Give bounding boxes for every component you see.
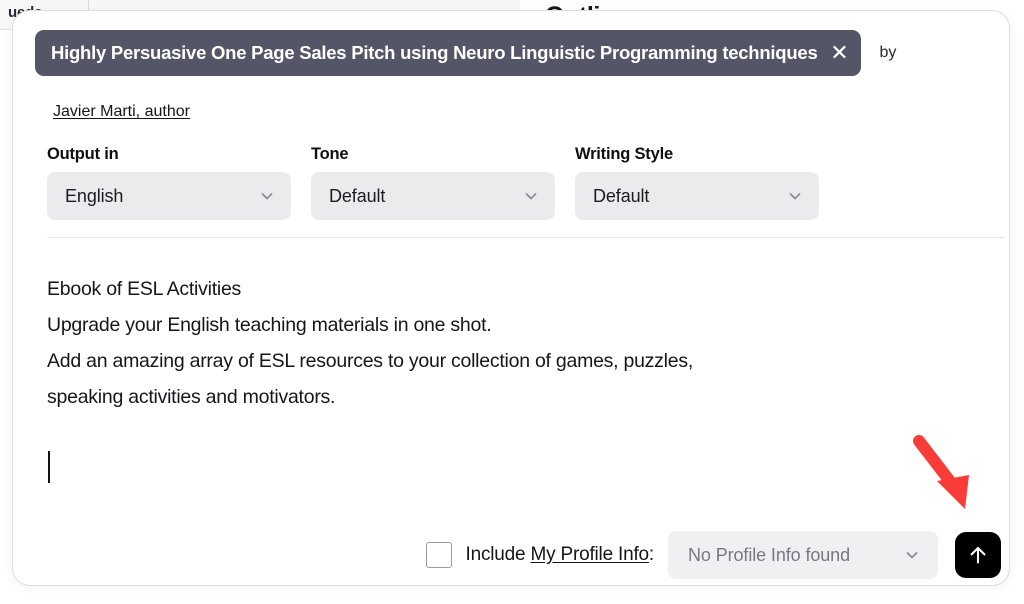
include-prefix-text: Include	[466, 544, 531, 565]
include-profile-label: Include My Profile Info:	[466, 544, 654, 566]
include-profile-checkbox[interactable]	[426, 542, 452, 568]
author-link[interactable]: Javier Marti, author	[53, 103, 190, 121]
writing-style-group: Writing Style Default	[575, 145, 827, 220]
close-icon[interactable]: ✕	[817, 30, 861, 76]
prompt-dialog-card: Highly Persuasive One Page Sales Pitch u…	[12, 10, 1010, 586]
prompt-line: Add an amazing array of ESL resources to…	[47, 343, 967, 379]
chevron-down-icon	[787, 188, 803, 204]
profile-info-value: No Profile Info found	[688, 545, 850, 566]
dialog-title-row: Highly Persuasive One Page Sales Pitch u…	[13, 29, 1010, 77]
profile-info-select[interactable]: No Profile Info found	[668, 531, 938, 579]
output-language-select[interactable]: English	[47, 172, 291, 220]
prompt-title-chip[interactable]: Highly Persuasive One Page Sales Pitch u…	[35, 30, 861, 76]
prompt-title-text: Highly Persuasive One Page Sales Pitch u…	[51, 42, 817, 64]
tone-label: Tone	[311, 145, 563, 164]
by-label: by	[879, 44, 896, 62]
section-divider	[47, 237, 1005, 238]
chevron-down-icon	[904, 547, 920, 563]
options-row: Output in English Tone Default Writing S…	[47, 145, 827, 220]
submit-button[interactable]	[955, 532, 1001, 578]
tone-group: Tone Default	[311, 145, 563, 220]
writing-style-select[interactable]: Default	[575, 172, 819, 220]
output-language-group: Output in English	[47, 145, 299, 220]
prompt-line: Upgrade your English teaching materials …	[47, 307, 967, 343]
my-profile-info-link[interactable]: My Profile Info	[530, 544, 648, 565]
include-suffix-text: :	[649, 544, 654, 565]
writing-style-value: Default	[593, 186, 649, 207]
text-cursor	[48, 451, 50, 483]
prompt-line: Ebook of ESL Activities	[47, 271, 967, 307]
tone-value: Default	[329, 186, 385, 207]
output-language-label: Output in	[47, 145, 299, 164]
tone-select[interactable]: Default	[311, 172, 555, 220]
dialog-footer: Include My Profile Info: No Profile Info…	[13, 523, 1010, 586]
chevron-down-icon	[259, 188, 275, 204]
prompt-line: speaking activities and motivators.	[47, 379, 967, 415]
chevron-down-icon	[523, 188, 539, 204]
writing-style-label: Writing Style	[575, 145, 827, 164]
prompt-textarea[interactable]: Ebook of ESL Activities Upgrade your Eng…	[47, 271, 967, 415]
arrow-up-icon	[966, 543, 990, 567]
output-language-value: English	[65, 186, 123, 207]
